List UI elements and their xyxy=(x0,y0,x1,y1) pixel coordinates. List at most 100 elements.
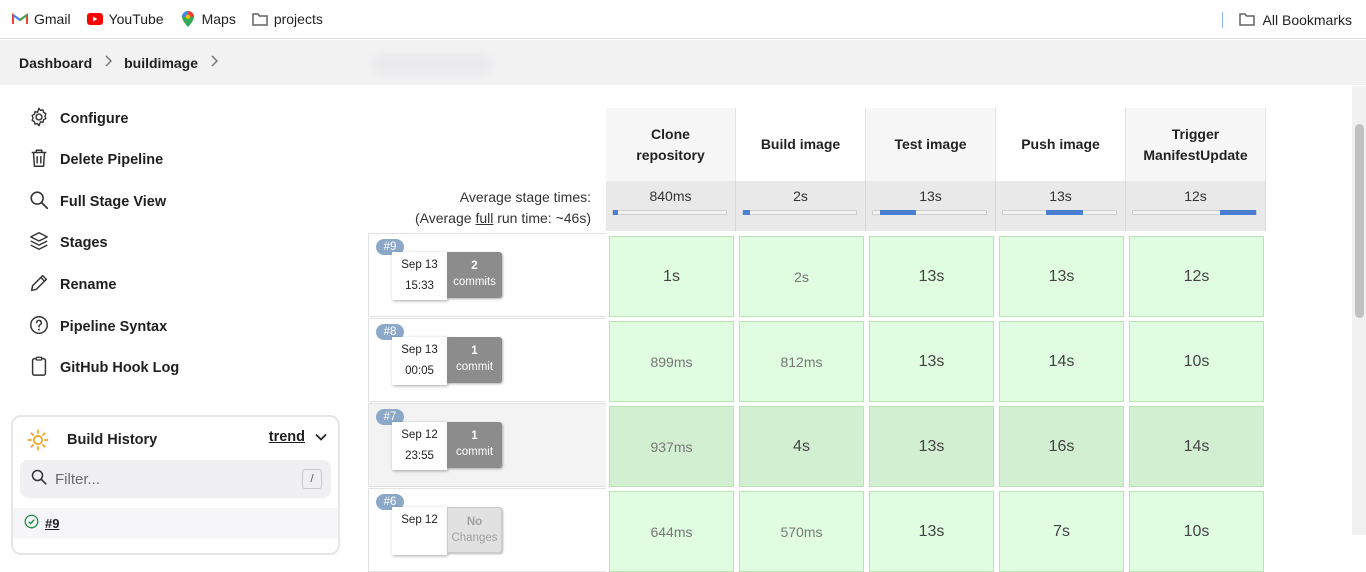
build-date-time: 00:05 xyxy=(405,365,434,377)
stage-view: Clone repository 840ms Build image 2s Test im… xyxy=(368,108,1268,572)
sidebar: Configure Delete Pipeline Full Stage Vie… xyxy=(0,86,350,555)
stage-cell[interactable]: 4s xyxy=(739,406,864,487)
stage-name-line2: repository xyxy=(636,146,705,163)
stage-cell[interactable]: 1s xyxy=(609,236,734,317)
bookmark-youtube[interactable]: YouTube xyxy=(79,5,172,33)
stage-name-line1: Build image xyxy=(760,136,841,152)
commits-count: 2 xyxy=(471,260,478,272)
bookmark-maps[interactable]: Maps xyxy=(172,5,244,33)
bookmark-gmail[interactable]: Gmail xyxy=(4,5,79,33)
bookmark-label: projects xyxy=(273,11,323,27)
breadcrumb-buildimage[interactable]: buildimage xyxy=(124,55,198,71)
build-row-info[interactable]: #9 Sep 13 15:33 2 commits xyxy=(368,233,606,317)
commits-badge[interactable]: 2 commits xyxy=(447,252,502,298)
average-time-value: 13s xyxy=(919,188,942,204)
average-time-bar xyxy=(612,210,727,215)
bookmark-projects[interactable]: projects xyxy=(244,5,331,33)
stage-cell[interactable]: 13s xyxy=(869,406,994,487)
average-time-value: 840ms xyxy=(649,188,692,204)
stage-cell[interactable]: 10s xyxy=(1129,321,1264,402)
stage-cell[interactable]: 14s xyxy=(1129,406,1264,487)
average-stage-times-label: Average stage times: (Average full run ti… xyxy=(368,181,603,231)
stage-cell[interactable]: 13s xyxy=(999,236,1124,317)
sidebar-item-rename[interactable]: Rename xyxy=(28,272,116,298)
filter-placeholder: Filter... xyxy=(55,470,101,488)
build-date: Sep 13 15:33 xyxy=(392,252,447,300)
build-date: Sep 13 00:05 xyxy=(392,337,447,385)
scrollbar[interactable] xyxy=(1352,86,1366,535)
breadcrumb-dashboard[interactable]: Dashboard xyxy=(0,55,92,71)
commits-label: commit xyxy=(455,361,494,373)
trend-dropdown[interactable]: trend xyxy=(269,429,327,445)
blurred-heading xyxy=(372,54,492,76)
build-date: Sep 12 23:55 xyxy=(392,422,447,470)
commits-count: No xyxy=(466,516,483,528)
gmail-icon xyxy=(12,11,28,27)
commits-badge[interactable]: 1 commit xyxy=(447,422,502,468)
sidebar-item-label: GitHub Hook Log xyxy=(60,360,180,376)
build-row-info[interactable]: #7 Sep 12 23:55 1 commit xyxy=(368,403,606,487)
stage-header-text: Trigger ManifestUpdate xyxy=(1143,124,1247,166)
stage-cell[interactable]: 13s xyxy=(869,321,994,402)
bookmark-label: Maps xyxy=(201,11,236,27)
stage-cell[interactable]: 14s xyxy=(999,321,1124,402)
scrollbar-thumb[interactable] xyxy=(1355,124,1364,318)
average-time-value: 12s xyxy=(1184,188,1207,204)
average-time-bar xyxy=(1132,210,1257,215)
stage-header: Clone repository xyxy=(606,108,736,181)
build-row-info[interactable]: #6 Sep 12 No Changes xyxy=(368,488,606,572)
stage-header: Build image xyxy=(736,108,866,181)
build-date: Sep 12 xyxy=(392,507,447,555)
sidebar-item-full-stage-view[interactable]: Full Stage View xyxy=(28,189,166,215)
stage-cell[interactable]: 937ms xyxy=(609,406,734,487)
trash-icon xyxy=(28,147,50,173)
stage-cell[interactable]: 570ms xyxy=(739,491,864,572)
avg-label-line2: (Average full run time: ~46s) xyxy=(368,208,591,229)
keyboard-shortcut-hint: / xyxy=(302,469,322,489)
stage-cell[interactable]: 812ms xyxy=(739,321,864,402)
stage-cell[interactable]: 899ms xyxy=(609,321,734,402)
folder-icon xyxy=(1238,12,1255,29)
average-stage-time: 12s xyxy=(1126,181,1266,231)
average-time-bar xyxy=(742,210,857,215)
build-link[interactable]: #9 xyxy=(45,516,59,531)
build-date-time: 15:33 xyxy=(405,280,434,292)
stage-cell[interactable]: 12s xyxy=(1129,236,1264,317)
commits-badge[interactable]: No Changes xyxy=(447,507,502,553)
stage-header-text: Test image xyxy=(894,134,966,155)
stage-cell[interactable]: 7s xyxy=(999,491,1124,572)
commits-badge[interactable]: 1 commit xyxy=(447,337,502,383)
full-run-link[interactable]: full xyxy=(475,210,493,226)
build-history-title: Build History xyxy=(67,432,158,448)
bookmark-label: Gmail xyxy=(34,11,71,27)
sidebar-item-configure[interactable]: Configure xyxy=(28,106,128,132)
build-row-info[interactable]: #8 Sep 13 00:05 1 commit xyxy=(368,318,606,402)
sidebar-item-pipeline-syntax[interactable]: Pipeline Syntax xyxy=(28,314,167,340)
chevron-right-icon xyxy=(104,55,113,70)
stage-cell[interactable]: 644ms xyxy=(609,491,734,572)
commits-count: 1 xyxy=(471,345,478,357)
sidebar-item-github-hook-log[interactable]: GitHub Hook Log xyxy=(28,355,179,381)
sidebar-item-delete-pipeline[interactable]: Delete Pipeline xyxy=(28,147,163,173)
stage-cell[interactable]: 2s xyxy=(739,236,864,317)
avg-label-line1: Average stage times: xyxy=(459,189,591,205)
gear-icon xyxy=(28,106,50,132)
build-date-day: Sep 12 xyxy=(401,514,438,526)
stage-header-text: Push image xyxy=(1021,134,1100,155)
all-bookmarks-button[interactable]: All Bookmarks xyxy=(1221,6,1352,34)
chevron-down-icon xyxy=(315,429,327,445)
stage-cell[interactable]: 10s xyxy=(1129,491,1264,572)
stage-name-line1: Test image xyxy=(894,136,967,152)
build-date-day: Sep 13 xyxy=(401,344,438,356)
stage-cell[interactable]: 13s xyxy=(869,491,994,572)
stage-cell[interactable]: 16s xyxy=(999,406,1124,487)
stage-cell[interactable]: 13s xyxy=(869,236,994,317)
chevron-right-icon[interactable] xyxy=(210,55,219,70)
sidebar-item-label: Configure xyxy=(60,111,129,127)
sidebar-item-stages[interactable]: Stages xyxy=(28,230,108,256)
build-history-row[interactable]: #9 xyxy=(13,508,338,538)
average-time-bar-fill xyxy=(1045,210,1084,215)
stage-header: Trigger ManifestUpdate xyxy=(1126,108,1266,181)
build-history-header: Build History trend xyxy=(27,429,327,451)
filter-input[interactable]: Filter... / xyxy=(20,460,331,498)
